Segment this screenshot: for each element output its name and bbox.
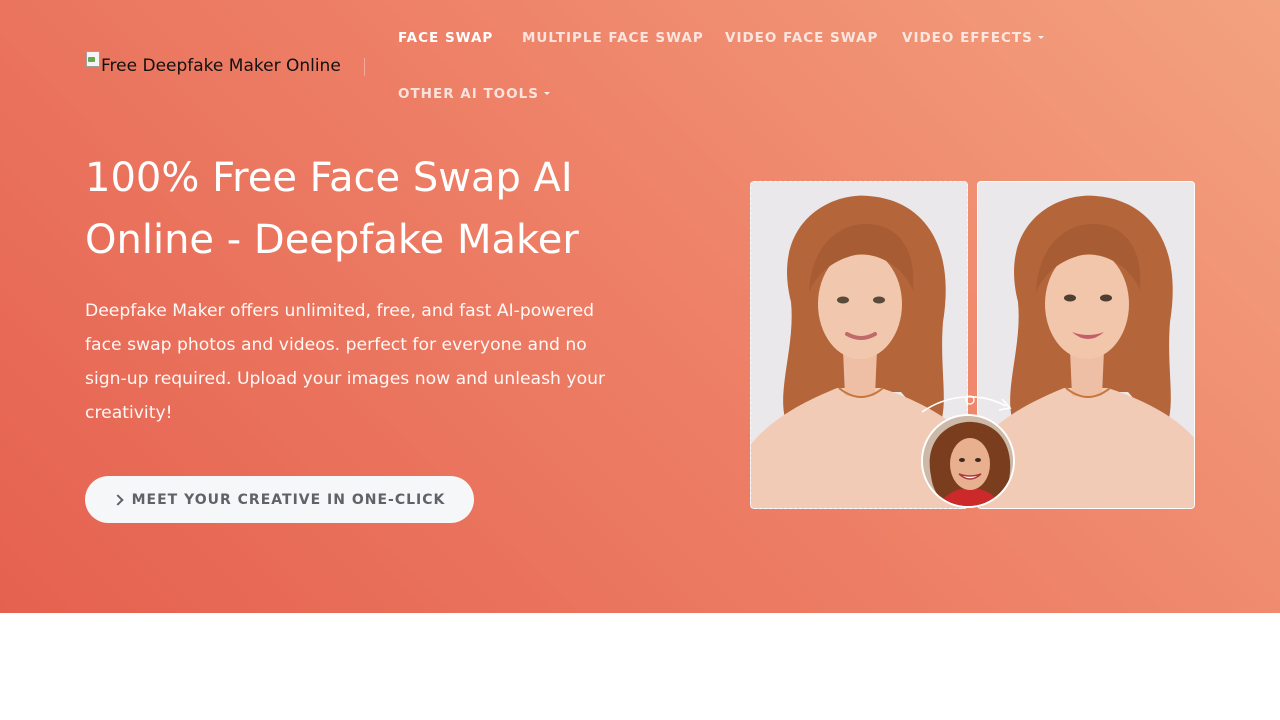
nav-item-face-swap[interactable]: FACE SWAP	[398, 30, 493, 46]
nav-label: VIDEO EFFECTS	[902, 30, 1033, 46]
hero-description: Deepfake Maker offers unlimited, free, a…	[85, 301, 606, 423]
site-logo[interactable]: Free Deepfake Maker Online	[85, 50, 341, 84]
face-swap-preview	[750, 181, 1195, 509]
nav-label: FACE SWAP	[398, 30, 494, 46]
page-title: 100% Free Face Swap AI Online - Deepfake…	[85, 155, 579, 263]
broken-image-icon	[85, 51, 100, 67]
nav-label: OTHER AI TOOLS	[398, 86, 539, 102]
caret-down-icon	[1037, 35, 1044, 39]
caret-down-icon	[543, 91, 550, 95]
chevron-right-icon	[111, 493, 124, 506]
nav-item-other-ai-tools[interactable]: OTHER AI TOOLS	[398, 86, 550, 102]
nav-item-video-face-swap[interactable]: VIDEO FACE SWAP	[725, 30, 878, 46]
source-face-thumbnail	[921, 414, 1015, 508]
logo-alt-text: Free Deepfake Maker Online	[101, 56, 341, 76]
cta-label: MEET YOUR CREATIVE IN ONE-CLICK	[131, 491, 446, 508]
nav-label: MULTIPLE FACE SWAP	[522, 30, 704, 46]
hero-section: Free Deepfake Maker Online FACE SWAP MUL…	[0, 0, 1280, 613]
nav-item-video-effects[interactable]: VIDEO EFFECTS	[902, 30, 1044, 46]
header-divider	[364, 58, 365, 76]
nav-item-multiple-face-swap[interactable]: MULTIPLE FACE SWAP	[522, 30, 704, 46]
nav-label: VIDEO FACE SWAP	[725, 30, 879, 46]
content-area	[0, 613, 1280, 720]
cta-button[interactable]: MEET YOUR CREATIVE IN ONE-CLICK	[85, 476, 474, 523]
